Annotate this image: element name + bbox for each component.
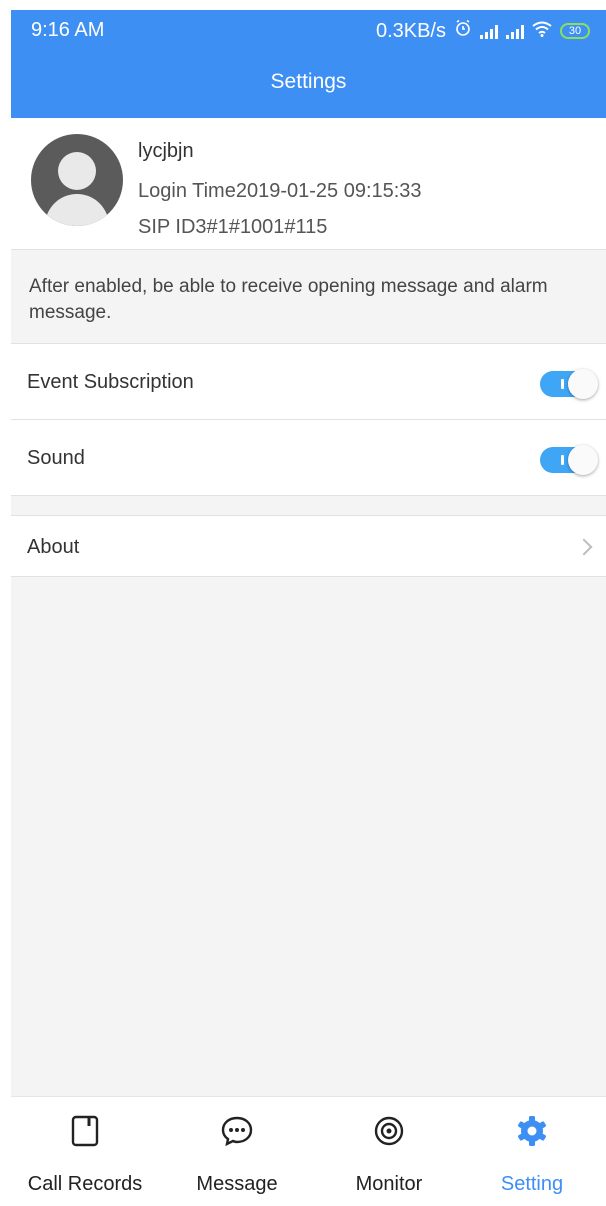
app-header: 9:16 AM 0.3KB/s 30 Settings [11, 10, 606, 118]
subscription-note: After enabled, be able to receive openin… [11, 250, 606, 344]
tab-label: Call Records [27, 1173, 143, 1195]
event-subscription-label: Event Subscription [27, 371, 194, 393]
status-indicators: 0.3KB/s 30 [376, 19, 590, 43]
signal-icon [506, 23, 524, 39]
tab-label: Setting [500, 1173, 564, 1195]
signal-icon [480, 23, 498, 39]
chevron-right-icon [575, 538, 593, 556]
alarm-icon [454, 19, 472, 43]
tab-label: Monitor [355, 1173, 423, 1195]
app-screen: 9:16 AM 0.3KB/s 30 Settings lycjbjn Logi… [11, 10, 606, 1206]
tab-monitor[interactable]: Monitor [315, 1097, 463, 1206]
page-title: Settings [270, 70, 347, 93]
status-bar: 9:16 AM 0.3KB/s 30 [11, 10, 606, 54]
user-profile: lycjbjn Login Time2019-01-25 09:15:33 SI… [11, 118, 606, 250]
gear-icon [516, 1115, 548, 1152]
battery-icon: 30 [560, 23, 590, 39]
call-records-icon [70, 1115, 100, 1152]
tab-label: Message [196, 1173, 278, 1195]
tab-message[interactable]: Message [163, 1097, 311, 1206]
sound-toggle[interactable] [540, 445, 598, 475]
user-name: lycjbjn [138, 140, 194, 162]
sip-id: SIP ID3#1#1001#115 [138, 216, 328, 238]
sound-row: Sound [11, 420, 606, 496]
login-time: Login Time2019-01-25 09:15:33 [138, 180, 422, 202]
avatar [31, 134, 123, 226]
bottom-tab-bar: Call Records Message Monitor Setting [11, 1096, 606, 1206]
tab-call-records[interactable]: Call Records [11, 1097, 159, 1206]
event-subscription-toggle[interactable] [540, 369, 598, 399]
status-time: 9:16 AM [31, 19, 105, 41]
tab-setting[interactable]: Setting [458, 1097, 606, 1206]
message-icon [220, 1115, 254, 1152]
sound-label: Sound [27, 447, 85, 469]
wifi-icon [532, 20, 552, 43]
event-subscription-row: Event Subscription [11, 344, 606, 420]
monitor-icon [372, 1115, 406, 1152]
about-row[interactable]: About [11, 515, 606, 577]
network-speed: 0.3KB/s [375, 19, 446, 42]
about-label: About [27, 536, 80, 558]
